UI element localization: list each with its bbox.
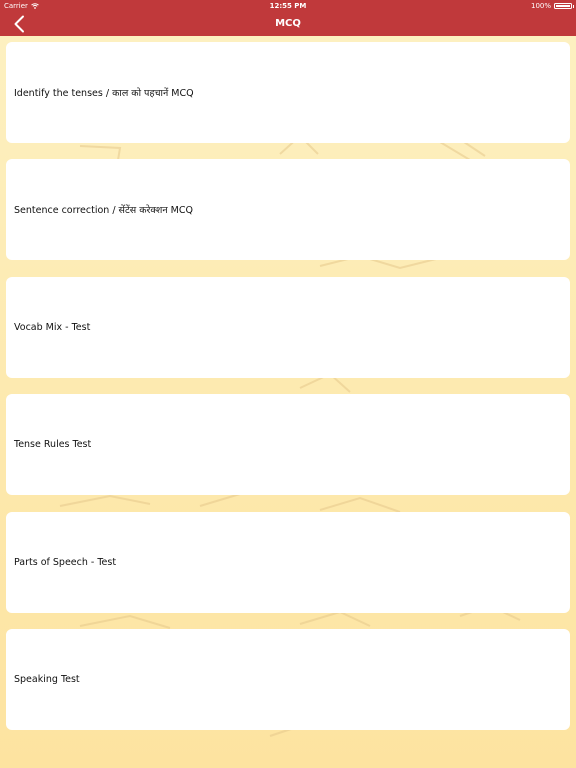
status-time: 12:55 PM bbox=[269, 2, 307, 10]
status-bar: Carrier 12:55 PM 100% bbox=[0, 0, 576, 12]
list-item-label: Parts of Speech - Test bbox=[14, 556, 117, 568]
list-item-label: Speaking Test bbox=[14, 673, 80, 685]
list-item-label: Tense Rules Test bbox=[14, 439, 92, 451]
battery-percent: 100% bbox=[530, 2, 551, 10]
list-item-parts-of-speech[interactable]: Parts of Speech - Test bbox=[6, 511, 570, 613]
battery-fill bbox=[556, 5, 570, 7]
list-item-sentence-correction[interactable]: Sentence correction / सेंटेंस करेक्शन MC… bbox=[6, 159, 570, 261]
page-title: MCQ bbox=[275, 18, 301, 29]
battery-indicator: 100% bbox=[530, 0, 574, 12]
list-item-tense-rules[interactable]: Tense Rules Test bbox=[6, 394, 570, 496]
list-item-identify-tenses[interactable]: Identify the tenses / काल को पहचानें MCQ bbox=[6, 42, 570, 143]
list-item-label: Sentence correction / सेंटेंस करेक्शन MC… bbox=[14, 205, 193, 217]
navigation-bar: MCQ bbox=[0, 12, 576, 36]
mcq-list: Identify the tenses / काल को पहचानें MCQ… bbox=[6, 42, 570, 746]
list-item-vocab-mix[interactable]: Vocab Mix - Test bbox=[6, 276, 570, 378]
list-item-label: Identify the tenses / काल को पहचानें MCQ bbox=[14, 88, 194, 99]
list-item-speaking-test[interactable]: Speaking Test bbox=[6, 628, 570, 730]
battery-icon bbox=[554, 3, 574, 9]
list-item-label: Vocab Mix - Test bbox=[14, 321, 91, 333]
